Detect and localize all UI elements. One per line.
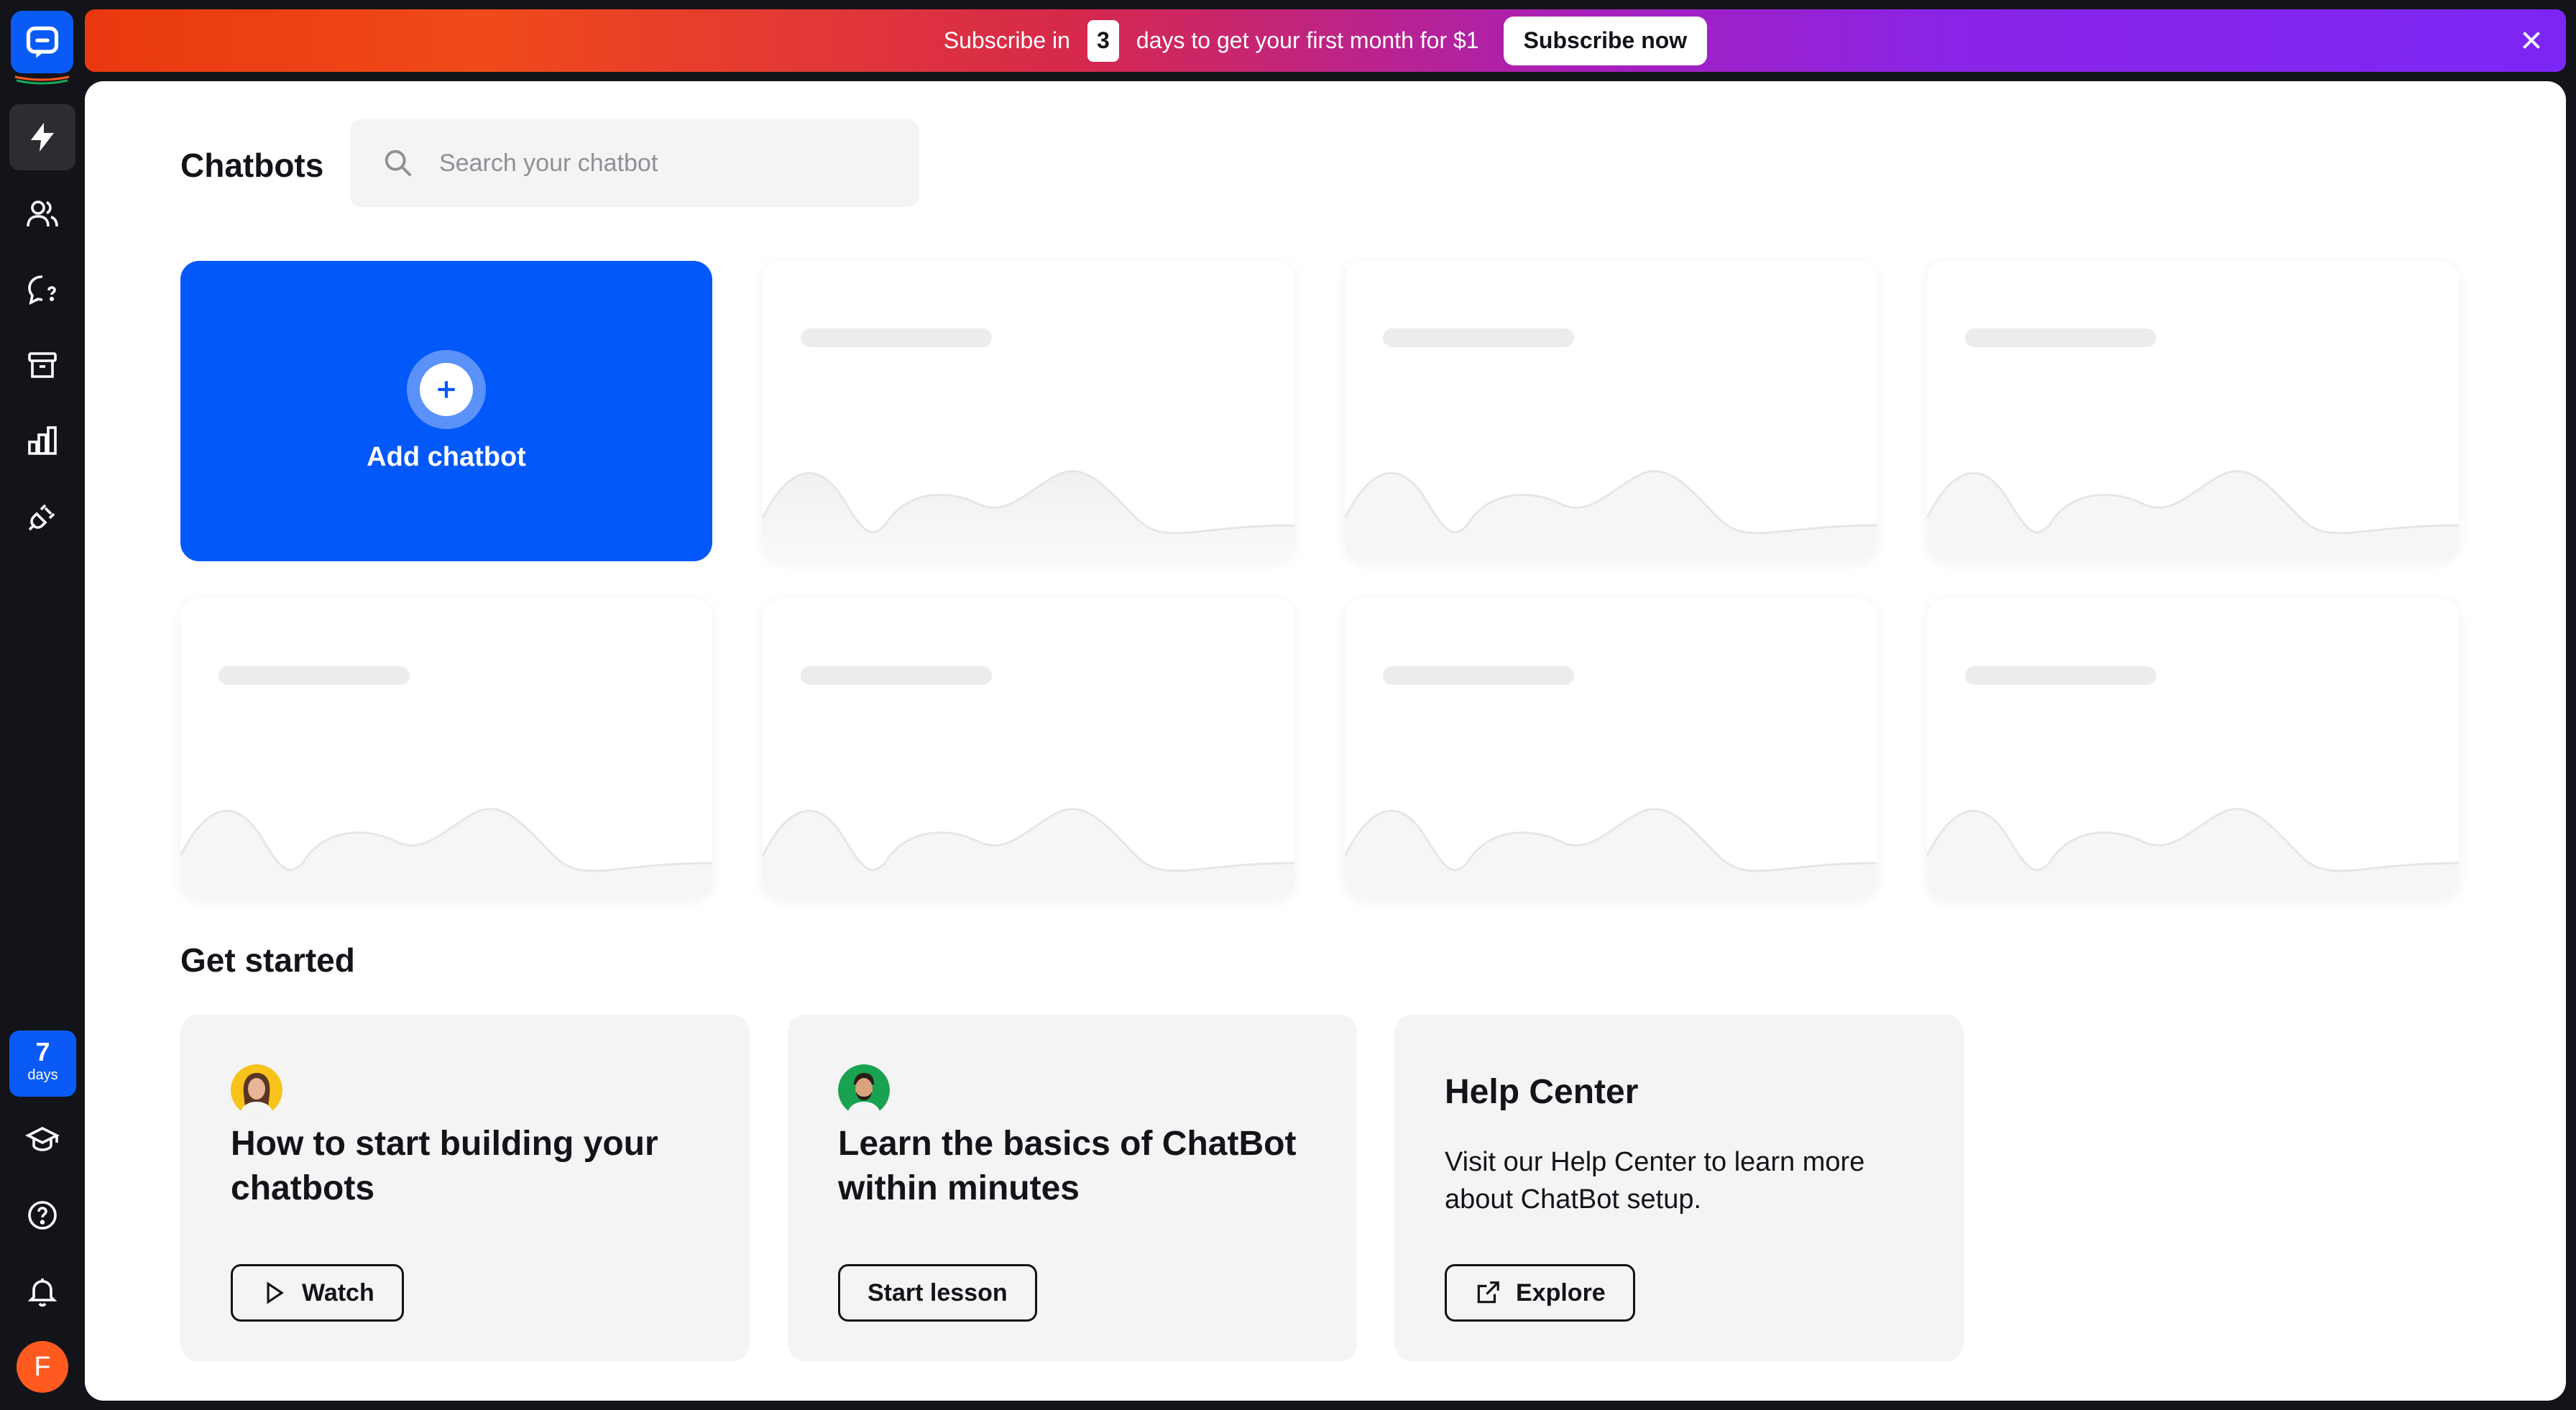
chatbot-skeleton-card xyxy=(1345,599,1877,899)
graduation-cap-icon xyxy=(25,1126,60,1151)
plus-icon xyxy=(438,380,455,398)
skeleton-wave xyxy=(763,470,1294,561)
sidebar-item-integrations[interactable] xyxy=(9,484,75,550)
get-started-card-lesson: Learn the basics of ChatBot within minut… xyxy=(788,1014,1357,1362)
skeleton-title xyxy=(1965,666,2156,685)
get-started-card-watch: How to start building your chatbots Watc… xyxy=(180,1014,750,1362)
plug-icon xyxy=(28,504,55,531)
sidebar-item-chatbots[interactable] xyxy=(9,104,75,170)
help-center-title: Help Center xyxy=(1445,1073,1639,1111)
skeleton-title xyxy=(1383,328,1574,347)
chatbot-skeleton-card xyxy=(763,599,1294,899)
presenter-avatar-woman xyxy=(231,1064,282,1116)
explore-button[interactable]: Explore xyxy=(1445,1264,1635,1322)
skeleton-wave xyxy=(763,808,1294,899)
chatbot-skeleton-card xyxy=(1927,599,2459,899)
play-icon xyxy=(267,1281,284,1304)
external-link-icon xyxy=(1477,1281,1499,1304)
start-lesson-button[interactable]: Start lesson xyxy=(838,1264,1037,1322)
chatbot-skeleton-card xyxy=(1345,261,1877,561)
add-chatbot-card[interactable]: Add chatbot xyxy=(180,261,712,561)
subscribe-now-button[interactable]: Subscribe now xyxy=(1503,16,1708,65)
sidebar-item-reports[interactable] xyxy=(9,407,75,474)
close-icon[interactable] xyxy=(2518,27,2544,53)
explore-button-label: Explore xyxy=(1516,1278,1606,1307)
search-box[interactable] xyxy=(350,119,919,207)
subscription-banner: Subscribe in 3 days to get your first mo… xyxy=(85,9,2566,72)
chatbot-skeleton-card xyxy=(1927,261,2459,561)
trial-days-label: days xyxy=(27,1067,58,1083)
get-started-card-title: How to start building your chatbots xyxy=(231,1125,658,1207)
trial-days-number: 7 xyxy=(35,1037,50,1066)
skeleton-title xyxy=(218,666,410,685)
skeleton-wave xyxy=(1345,808,1877,899)
help-circle-icon xyxy=(28,1201,57,1230)
chat-question-icon xyxy=(28,275,56,305)
help-center-description: Visit our Help Center to learn more abou… xyxy=(1445,1147,1865,1215)
sidebar-item-academy[interactable] xyxy=(9,1107,75,1173)
watch-button[interactable]: Watch xyxy=(231,1264,404,1322)
presenter-avatar-man xyxy=(838,1064,890,1116)
sidebar-item-users[interactable] xyxy=(9,180,75,246)
get-started-card-help-center: Help Center Visit our Help Center to lea… xyxy=(1394,1014,1964,1362)
banner-text-after: days to get your first month for $1 xyxy=(1136,27,1479,53)
sidebar-item-archive[interactable] xyxy=(9,332,75,398)
archive-icon xyxy=(28,352,57,378)
skeleton-wave xyxy=(1927,808,2459,899)
skeleton-title xyxy=(1383,666,1574,685)
skeleton-title xyxy=(1965,328,2156,347)
bar-chart-icon xyxy=(28,426,57,455)
search-icon xyxy=(385,149,412,177)
add-chatbot-label: Add chatbot xyxy=(367,441,526,472)
banner-text-before: Subscribe in xyxy=(943,27,1070,53)
chatbot-logo-icon[interactable] xyxy=(11,11,73,73)
skeleton-title xyxy=(801,666,992,685)
sidebar: 7 days F xyxy=(0,0,85,1410)
sidebar-item-notifications[interactable] xyxy=(9,1258,75,1324)
page-title: Chatbots xyxy=(180,147,324,184)
main-panel: Chatbots Add chatbot xyxy=(85,81,2566,1401)
chatbot-skeleton-card xyxy=(763,261,1294,561)
trial-days-badge[interactable]: 7 days xyxy=(9,1031,76,1097)
user-avatar[interactable]: F xyxy=(17,1341,68,1393)
sidebar-item-conversations[interactable] xyxy=(9,257,75,323)
users-icon xyxy=(27,201,58,227)
search-input[interactable] xyxy=(439,149,870,178)
get-started-card-title: Learn the basics of ChatBot within minut… xyxy=(838,1125,1297,1207)
bell-icon xyxy=(27,1278,58,1307)
sidebar-item-help[interactable] xyxy=(9,1182,75,1248)
lightning-icon xyxy=(31,123,54,152)
skeleton-title xyxy=(801,328,992,347)
watch-button-label: Watch xyxy=(302,1278,374,1307)
get-started-title: Get started xyxy=(180,941,355,979)
chatbot-skeleton-card xyxy=(180,599,712,899)
logo-stripe-icon xyxy=(14,75,70,85)
add-chatbot-plus xyxy=(407,349,486,429)
banner-days-count: 3 xyxy=(1087,19,1119,62)
skeleton-wave xyxy=(1927,470,2459,561)
skeleton-wave xyxy=(1345,470,1877,561)
skeleton-wave xyxy=(180,808,712,899)
